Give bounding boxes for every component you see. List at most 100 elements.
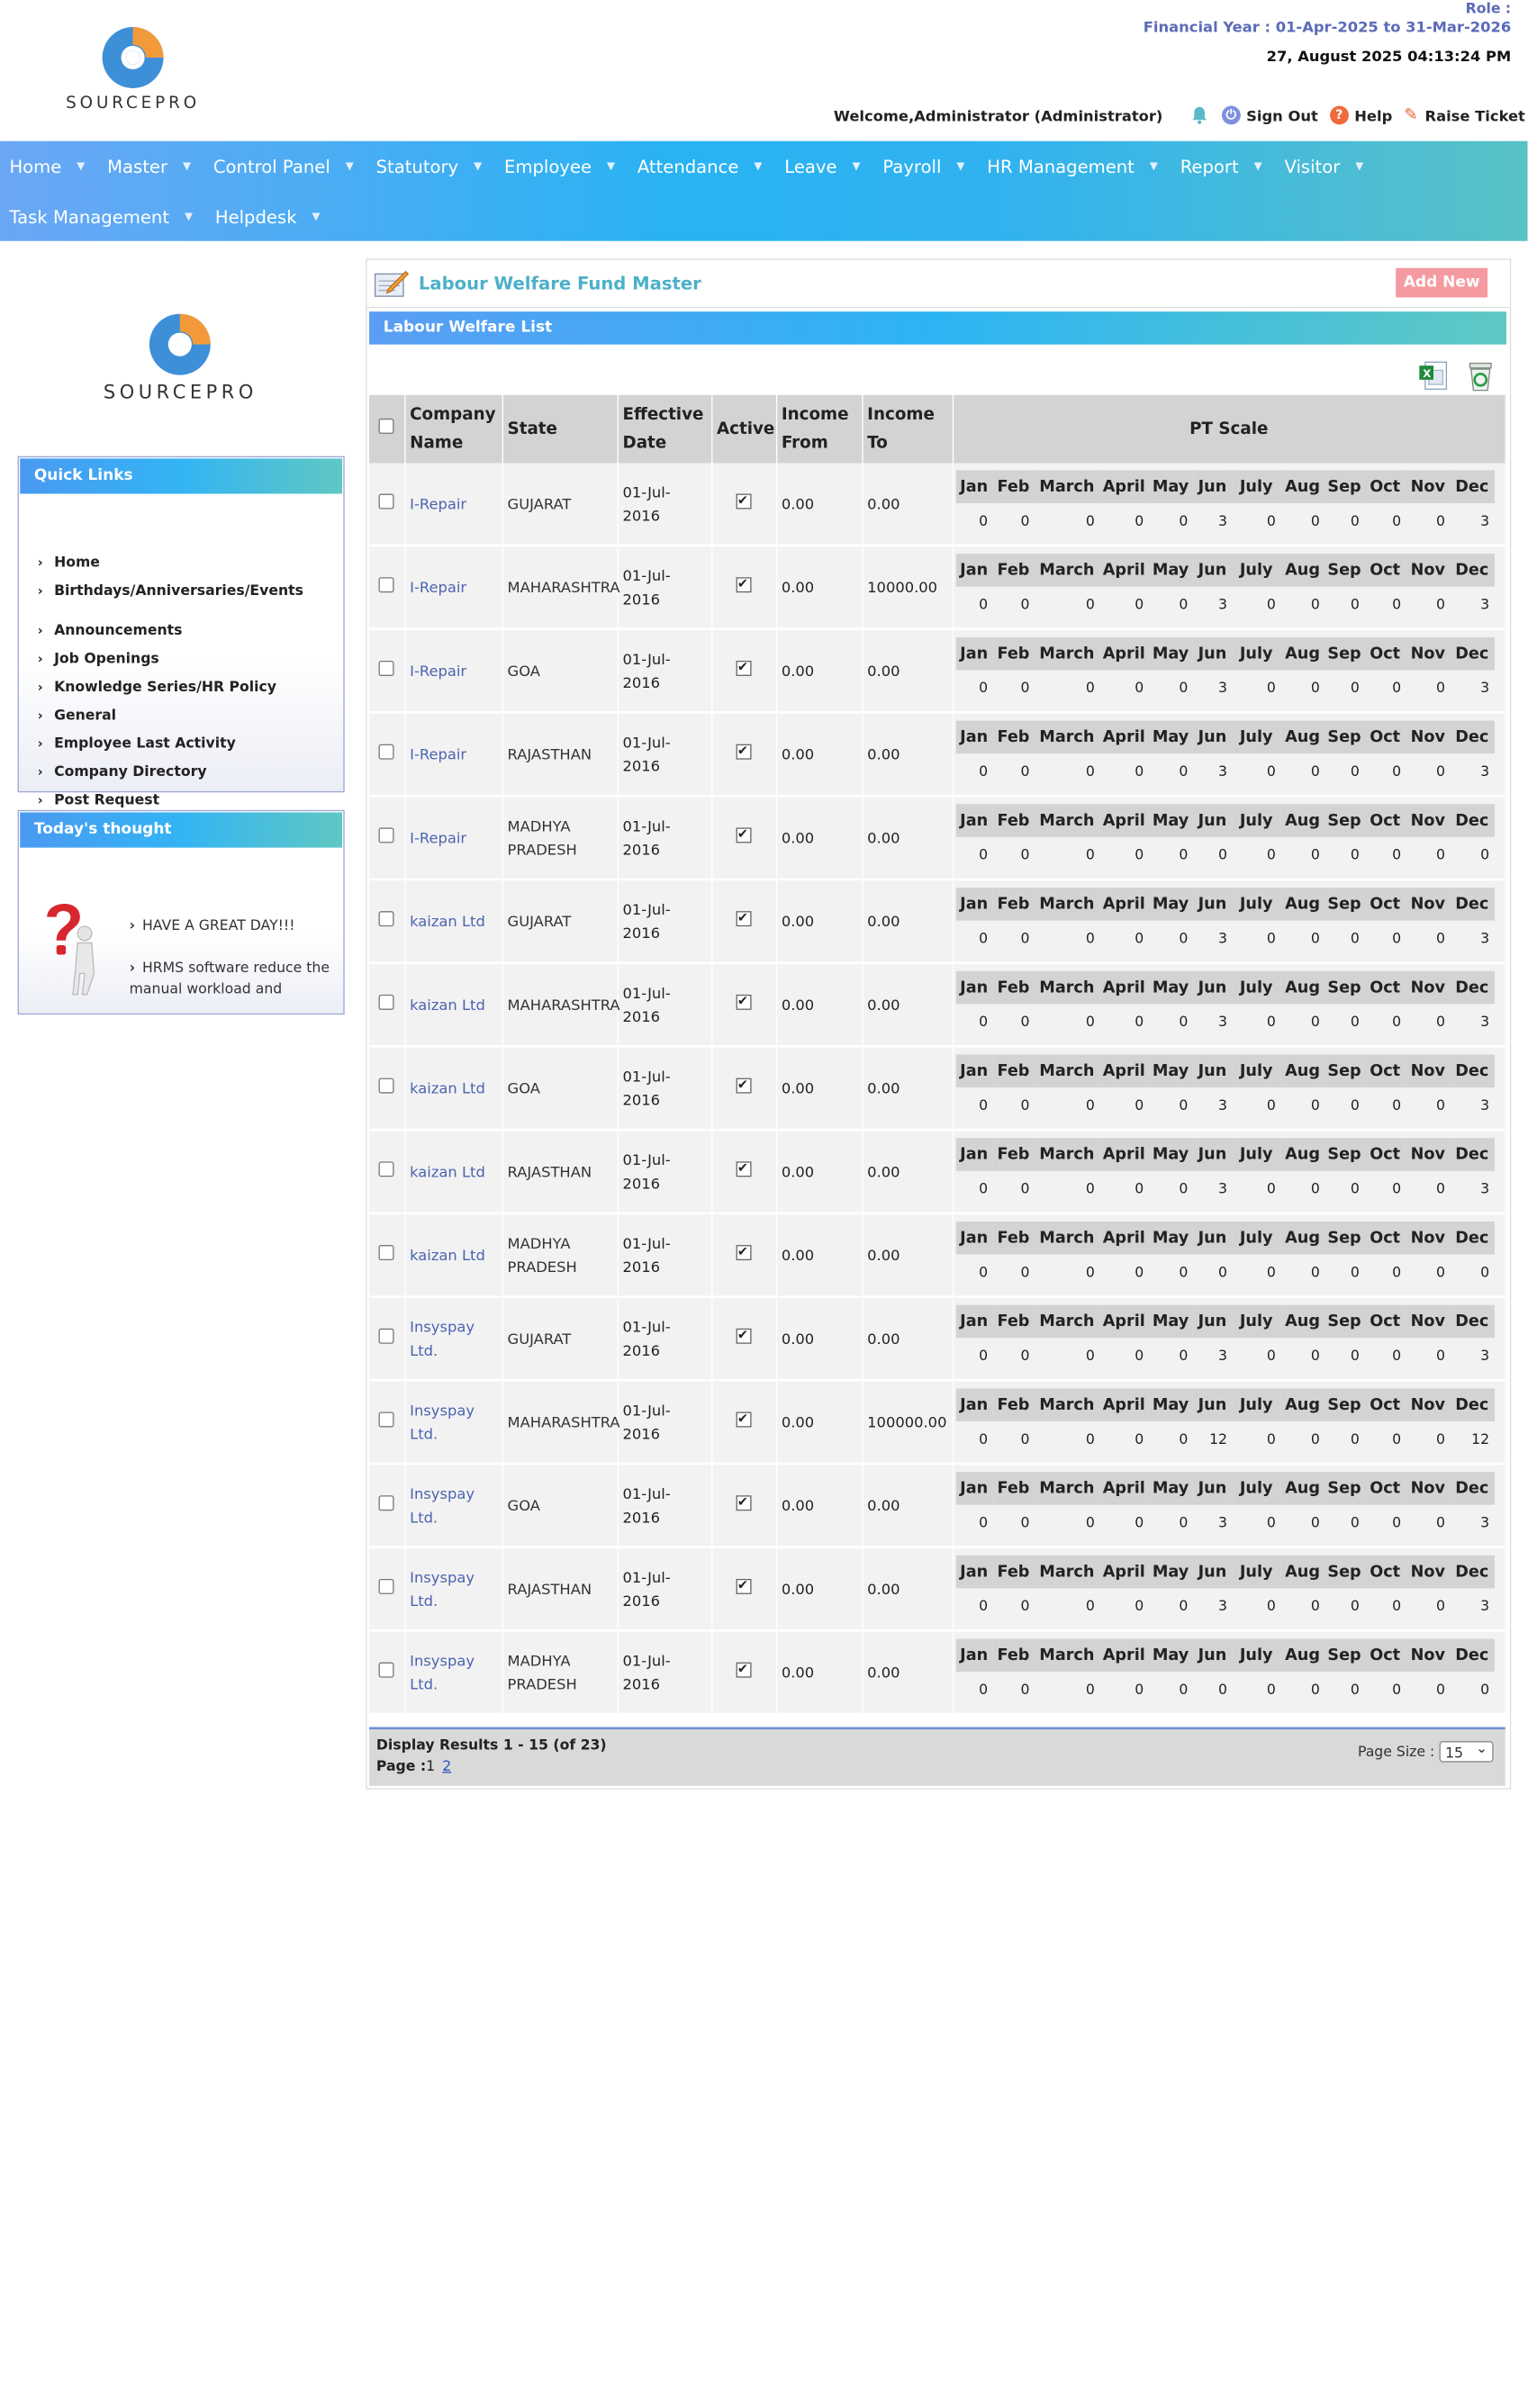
row-checkbox[interactable] xyxy=(378,1662,394,1678)
chevron-right-icon: › xyxy=(37,792,43,808)
pt-month-header: Oct xyxy=(1364,1387,1406,1421)
row-checkbox[interactable] xyxy=(378,1494,394,1511)
col-effective-date[interactable]: Effective Date xyxy=(617,394,712,464)
company-name[interactable]: kaizan Ltd xyxy=(404,962,503,1048)
col-state[interactable]: State xyxy=(502,394,619,464)
quick-link-home[interactable]: › Home xyxy=(38,554,100,570)
company-name[interactable]: kaizan Ltd xyxy=(404,1130,503,1215)
excel-export-icon[interactable]: X xyxy=(1418,361,1449,392)
menu-label: Report xyxy=(1180,156,1239,178)
add-new-button[interactable]: Add New xyxy=(1396,267,1488,298)
menu-item-helpdesk[interactable]: Helpdesk ▼ xyxy=(205,203,330,233)
pt-month-header: Sep xyxy=(1325,887,1365,920)
page-size-select[interactable]: 15 xyxy=(1439,1737,1494,1763)
company-name[interactable]: I-Repair xyxy=(404,545,503,631)
income-from: 0.00 xyxy=(775,628,863,714)
company-name[interactable]: Insyspay Ltd. xyxy=(404,1380,503,1466)
row-checkbox[interactable] xyxy=(378,1160,394,1177)
menu-item-visitor[interactable]: Visitor ▼ xyxy=(1275,151,1373,182)
menu-item-leave[interactable]: Leave ▼ xyxy=(775,151,870,182)
col-income-from[interactable]: Income From xyxy=(775,394,863,464)
pt-month-header: April xyxy=(1099,636,1149,670)
menu-item-employee[interactable]: Employee ▼ xyxy=(495,151,625,182)
company-name[interactable]: Insyspay Ltd. xyxy=(404,1463,503,1549)
pagination-bar: Display Results 1 - 15 (of 23) Page :1 2… xyxy=(369,1727,1505,1786)
row-checkbox[interactable] xyxy=(378,994,394,1010)
brand-logo[interactable]: SOURCEPRO xyxy=(57,22,210,113)
income-to: 0.00 xyxy=(862,1213,954,1298)
pt-value: 3 xyxy=(1480,511,1490,529)
pt-value: 3 xyxy=(1480,762,1490,780)
pt-value: 0 xyxy=(1436,595,1446,612)
pt-scale-table: Jan Feb March April May Jun July Aug Sep Oct Nov De… xyxy=(955,1555,1495,1623)
row-select-cell xyxy=(369,879,405,964)
pt-value: 0 xyxy=(1179,1680,1189,1698)
menu-item-attendance[interactable]: Attendance ▼ xyxy=(628,151,771,182)
quick-link-general[interactable]: › General xyxy=(38,707,116,723)
quick-link-knowledge-series-hr-policy[interactable]: › Knowledge Series/HR Policy xyxy=(38,679,276,695)
sign-out-link[interactable]: ⏻ Sign Out xyxy=(1221,105,1318,125)
row-checkbox[interactable] xyxy=(378,576,394,592)
col-active[interactable]: Active xyxy=(711,394,777,464)
pt-month-header: Sep xyxy=(1325,1555,1365,1588)
pt-month-header: May xyxy=(1148,1637,1193,1672)
quick-link-post-request[interactable]: › Post Request xyxy=(38,791,159,807)
company-name[interactable]: I-Repair xyxy=(404,712,503,798)
pt-value: 0 xyxy=(1436,1513,1446,1530)
quick-link-employee-last-activity[interactable]: › Employee Last Activity xyxy=(38,735,236,751)
pt-value: 0 xyxy=(1179,1429,1189,1448)
pt-value: 0 xyxy=(1020,762,1030,780)
row-checkbox[interactable] xyxy=(378,1328,394,1344)
help-link[interactable]: ? Help xyxy=(1329,105,1392,125)
menu-item-master[interactable]: Master ▼ xyxy=(98,151,201,182)
quick-link-label: Announcements xyxy=(54,621,183,639)
company-name[interactable]: Insyspay Ltd. xyxy=(404,1547,503,1632)
menu-item-statutory[interactable]: Statutory ▼ xyxy=(366,151,491,182)
menu-item-home[interactable]: Home ▼ xyxy=(0,151,95,182)
quick-link-job-openings[interactable]: › Job Openings xyxy=(38,650,159,666)
pt-month-header: April xyxy=(1099,970,1149,1004)
raise-ticket-link[interactable]: ✎ Raise Ticket xyxy=(1404,106,1525,125)
pt-month-header: July xyxy=(1232,970,1281,1004)
company-name[interactable]: kaizan Ltd xyxy=(404,1213,503,1298)
menu-item-task-management[interactable]: Task Management ▼ xyxy=(0,203,202,233)
select-all-checkbox[interactable] xyxy=(378,418,394,434)
pt-month-header: July xyxy=(1232,1555,1281,1588)
menu-item-control-panel[interactable]: Control Panel ▼ xyxy=(203,151,363,182)
row-checkbox[interactable] xyxy=(378,1578,394,1594)
pt-month-header: Feb xyxy=(992,719,1035,753)
row-checkbox[interactable] xyxy=(378,492,394,509)
menu-item-hr-management[interactable]: HR Management ▼ xyxy=(978,151,1168,182)
menu-item-report[interactable]: Report ▼ xyxy=(1171,151,1271,182)
company-name[interactable]: I-Repair xyxy=(404,463,503,547)
menu-label: Attendance xyxy=(637,156,739,178)
row-checkbox[interactable] xyxy=(378,1411,394,1427)
recycle-bin-icon[interactable] xyxy=(1468,361,1494,392)
pt-value-row: 0 0 0 0 0 3 0 0 0 0 0 3 xyxy=(955,670,1494,705)
notifications-bell[interactable] xyxy=(1189,104,1210,126)
page-link-2[interactable]: 2 xyxy=(442,1757,451,1773)
col-company[interactable]: Company Name xyxy=(404,394,503,464)
company-name[interactable]: kaizan Ltd xyxy=(404,879,503,964)
row-checkbox[interactable] xyxy=(378,1077,394,1093)
pt-value: 0 xyxy=(1179,1263,1189,1280)
company-name[interactable]: I-Repair xyxy=(404,796,503,881)
quick-link-announcements[interactable]: › Announcements xyxy=(38,622,183,638)
pt-value: 3 xyxy=(1480,679,1490,696)
company-name[interactable]: Insyspay Ltd. xyxy=(404,1630,503,1716)
menu-item-payroll[interactable]: Payroll ▼ xyxy=(873,151,974,182)
row-checkbox[interactable] xyxy=(378,1244,394,1260)
table-row: kaizan LtdMADHYA PRADESH01-Jul-20160.000… xyxy=(369,1213,1506,1298)
row-checkbox[interactable] xyxy=(378,660,394,676)
quick-link-company-directory[interactable]: › Company Directory xyxy=(38,763,207,780)
company-name[interactable]: Insyspay Ltd. xyxy=(404,1296,503,1382)
pt-value: 0 xyxy=(1135,511,1144,529)
col-income-to[interactable]: Income To xyxy=(862,394,954,464)
active-checkbox xyxy=(736,823,752,846)
row-checkbox[interactable] xyxy=(378,826,394,843)
row-checkbox[interactable] xyxy=(378,744,394,760)
company-name[interactable]: I-Repair xyxy=(404,628,503,714)
company-name[interactable]: kaizan Ltd xyxy=(404,1046,503,1132)
quick-link-birthdays-anniversaries-events[interactable]: › Birthdays/Anniversaries/Events xyxy=(38,582,303,598)
row-checkbox[interactable] xyxy=(378,910,394,926)
